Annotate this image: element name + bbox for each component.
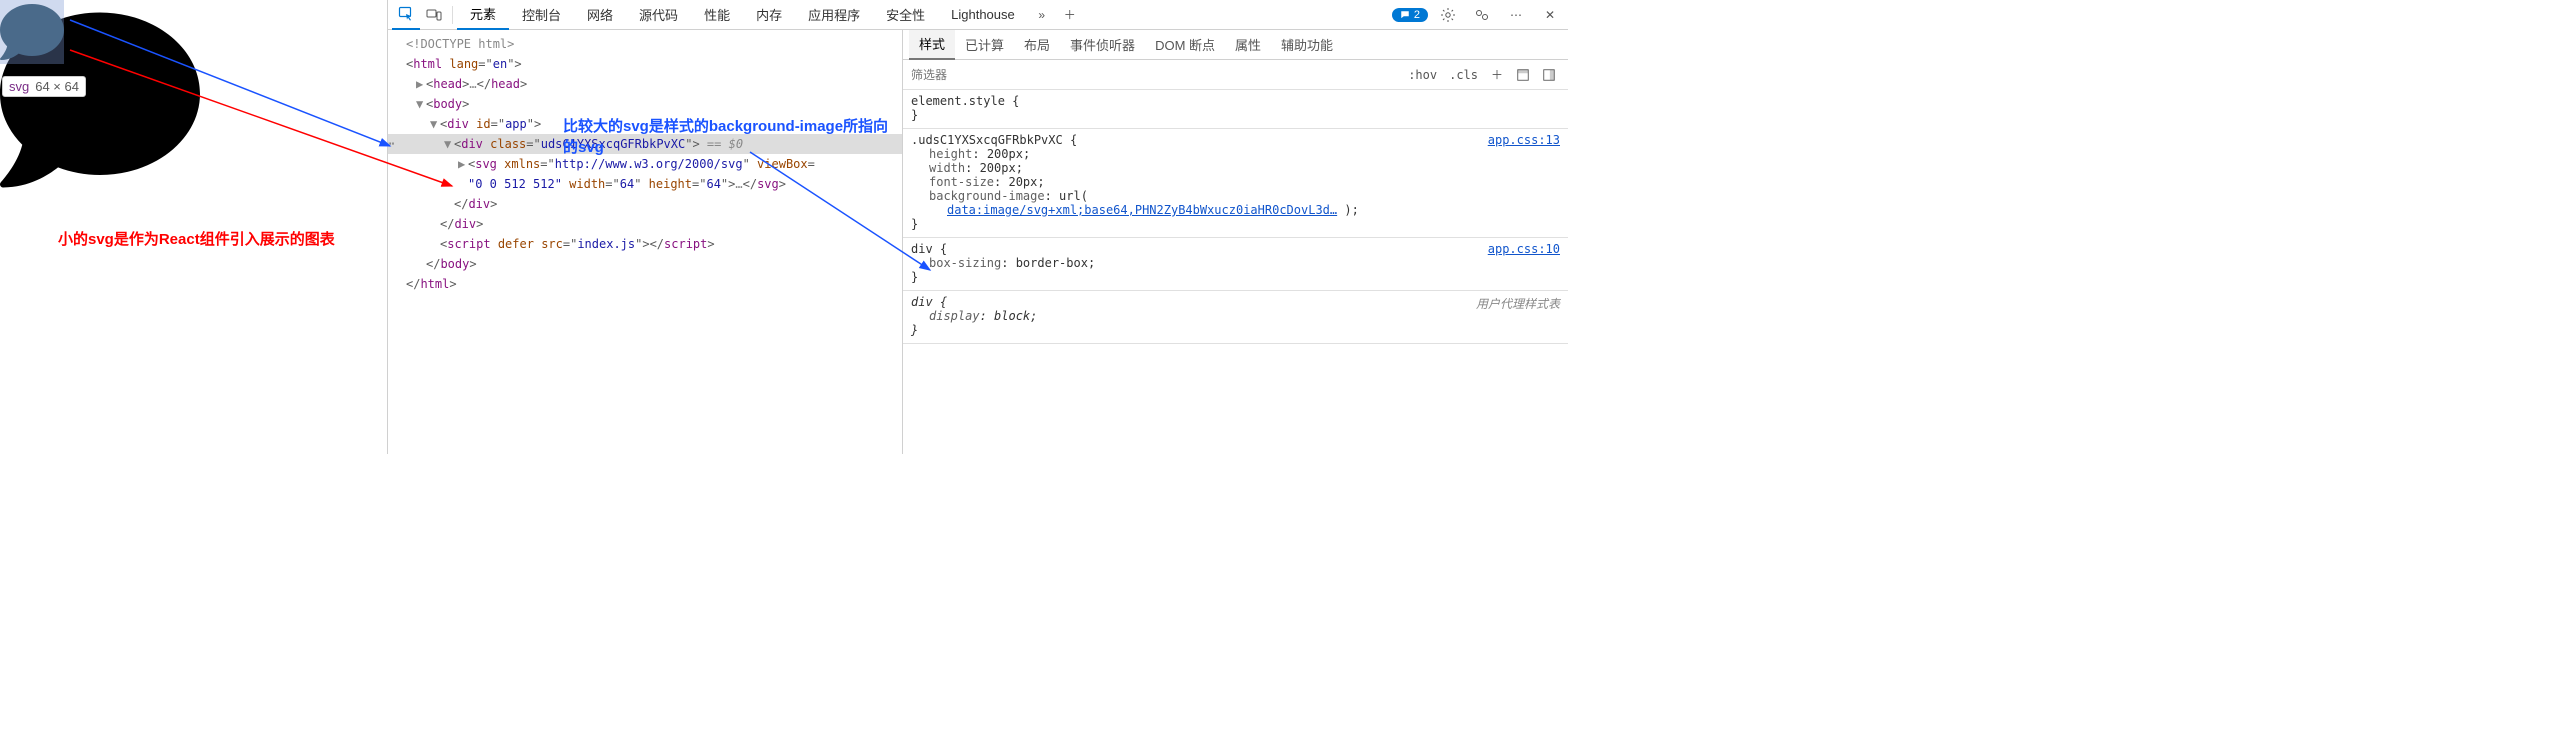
- rule-div-ua[interactable]: 用户代理样式表 div { display: block; }: [903, 291, 1568, 344]
- tab-sources[interactable]: 源代码: [626, 0, 691, 30]
- tab-application[interactable]: 应用程序: [795, 0, 873, 30]
- dom-div-close1[interactable]: </div>: [388, 194, 902, 214]
- new-style-rule-icon[interactable]: ＋: [1484, 62, 1510, 88]
- device-toolbar-icon[interactable]: [420, 0, 448, 30]
- rule-div-app[interactable]: app.css:10 div { box-sizing: border-box;…: [903, 238, 1568, 291]
- dom-head[interactable]: ▶<head>…</head>: [388, 74, 902, 94]
- dom-svg-line1[interactable]: ▶<svg xmlns="http://www.w3.org/2000/svg"…: [388, 154, 902, 174]
- small-speech-bubble: [0, 0, 64, 64]
- ua-stylesheet-label: 用户代理样式表: [1476, 295, 1560, 312]
- cls-toggle[interactable]: .cls: [1443, 66, 1484, 84]
- messages-count: 2: [1414, 9, 1420, 21]
- annotation-blue: 比较大的svg是样式的background-image所指向的svg: [563, 115, 902, 157]
- tab-elements[interactable]: 元素: [457, 0, 509, 30]
- element-tooltip: svg 64 × 64: [2, 76, 86, 97]
- dom-script[interactable]: <script defer src="index.js"></script>: [388, 234, 902, 254]
- dom-div-close2[interactable]: </div>: [388, 214, 902, 234]
- dom-body-close[interactable]: </body>: [388, 254, 902, 274]
- tab-security[interactable]: 安全性: [873, 0, 938, 30]
- rule-class[interactable]: app.css:13 .udsC1YXSxcqGFRbkPvXC { heigh…: [903, 129, 1568, 238]
- styles-tab-properties[interactable]: 属性: [1225, 30, 1271, 60]
- devtools-topbar: 元素 控制台 网络 源代码 性能 内存 应用程序 安全性 Lighthouse …: [388, 0, 1568, 30]
- dom-doctype: <!DOCTYPE html>: [406, 37, 514, 51]
- settings-icon[interactable]: [1434, 0, 1462, 30]
- styles-tab-computed[interactable]: 已计算: [955, 30, 1014, 60]
- tab-lighthouse[interactable]: Lighthouse: [938, 0, 1028, 30]
- elements-panel: 比较大的svg是样式的background-image所指向的svg <!DOC…: [388, 30, 903, 454]
- css-source-link[interactable]: app.css:13: [1488, 133, 1560, 147]
- data-url-link[interactable]: data:image/svg+xml;base64,PHN2ZyB4bWxucz…: [947, 203, 1337, 217]
- tab-memory[interactable]: 内存: [743, 0, 795, 30]
- tabs-overflow-icon[interactable]: »: [1028, 0, 1056, 30]
- styles-panel: 样式 已计算 布局 事件侦听器 DOM 断点 属性 辅助功能 :hov .cls…: [903, 30, 1568, 454]
- styles-tab-styles[interactable]: 样式: [909, 30, 955, 60]
- styles-filter-input[interactable]: [903, 68, 1396, 82]
- rule-element-style[interactable]: element.style { }: [903, 90, 1568, 129]
- toggle-panel-icon[interactable]: [1536, 62, 1562, 88]
- more-icon[interactable]: ⋯: [1502, 0, 1530, 30]
- annotation-red: 小的svg是作为React组件引入展示的图表: [58, 228, 335, 249]
- tab-console[interactable]: 控制台: [509, 0, 574, 30]
- feedback-icon[interactable]: [1468, 0, 1496, 30]
- dom-svg-line2[interactable]: "0 0 512 512" width="64" height="64">…</…: [388, 174, 902, 194]
- tab-performance[interactable]: 性能: [691, 0, 743, 30]
- styles-tab-layout[interactable]: 布局: [1014, 30, 1060, 60]
- styles-tab-dom-breakpoints[interactable]: DOM 断点: [1145, 30, 1225, 60]
- close-icon[interactable]: ✕: [1536, 0, 1564, 30]
- tooltip-dimensions: 64 × 64: [35, 79, 79, 94]
- hov-toggle[interactable]: :hov: [1402, 66, 1443, 84]
- tab-network[interactable]: 网络: [574, 0, 626, 30]
- dom-html-open[interactable]: <html lang="en">: [388, 54, 902, 74]
- new-tab-icon[interactable]: ＋: [1056, 0, 1084, 30]
- styles-tabs: 样式 已计算 布局 事件侦听器 DOM 断点 属性 辅助功能: [903, 30, 1568, 60]
- page-preview: svg 64 × 64 小的svg是作为React组件引入展示的图表: [0, 0, 388, 454]
- styles-rules: element.style { } app.css:13 .udsC1YXSxc…: [903, 90, 1568, 454]
- css-source-link[interactable]: app.css:10: [1488, 242, 1560, 256]
- messages-badge[interactable]: 2: [1392, 8, 1428, 22]
- devtools: 元素 控制台 网络 源代码 性能 内存 应用程序 安全性 Lighthouse …: [388, 0, 1568, 454]
- devtools-tabs: 元素 控制台 网络 源代码 性能 内存 应用程序 安全性 Lighthouse …: [457, 0, 1392, 30]
- element-picker-icon[interactable]: [392, 0, 420, 30]
- dom-body-open[interactable]: ▼<body>: [388, 94, 902, 114]
- computed-sidebar-icon[interactable]: [1510, 62, 1536, 88]
- tooltip-tag: svg: [9, 79, 29, 94]
- dom-html-close[interactable]: </html>: [388, 274, 902, 294]
- styles-filter-row: :hov .cls ＋: [903, 60, 1568, 90]
- styles-tab-accessibility[interactable]: 辅助功能: [1271, 30, 1343, 60]
- styles-tab-events[interactable]: 事件侦听器: [1060, 30, 1145, 60]
